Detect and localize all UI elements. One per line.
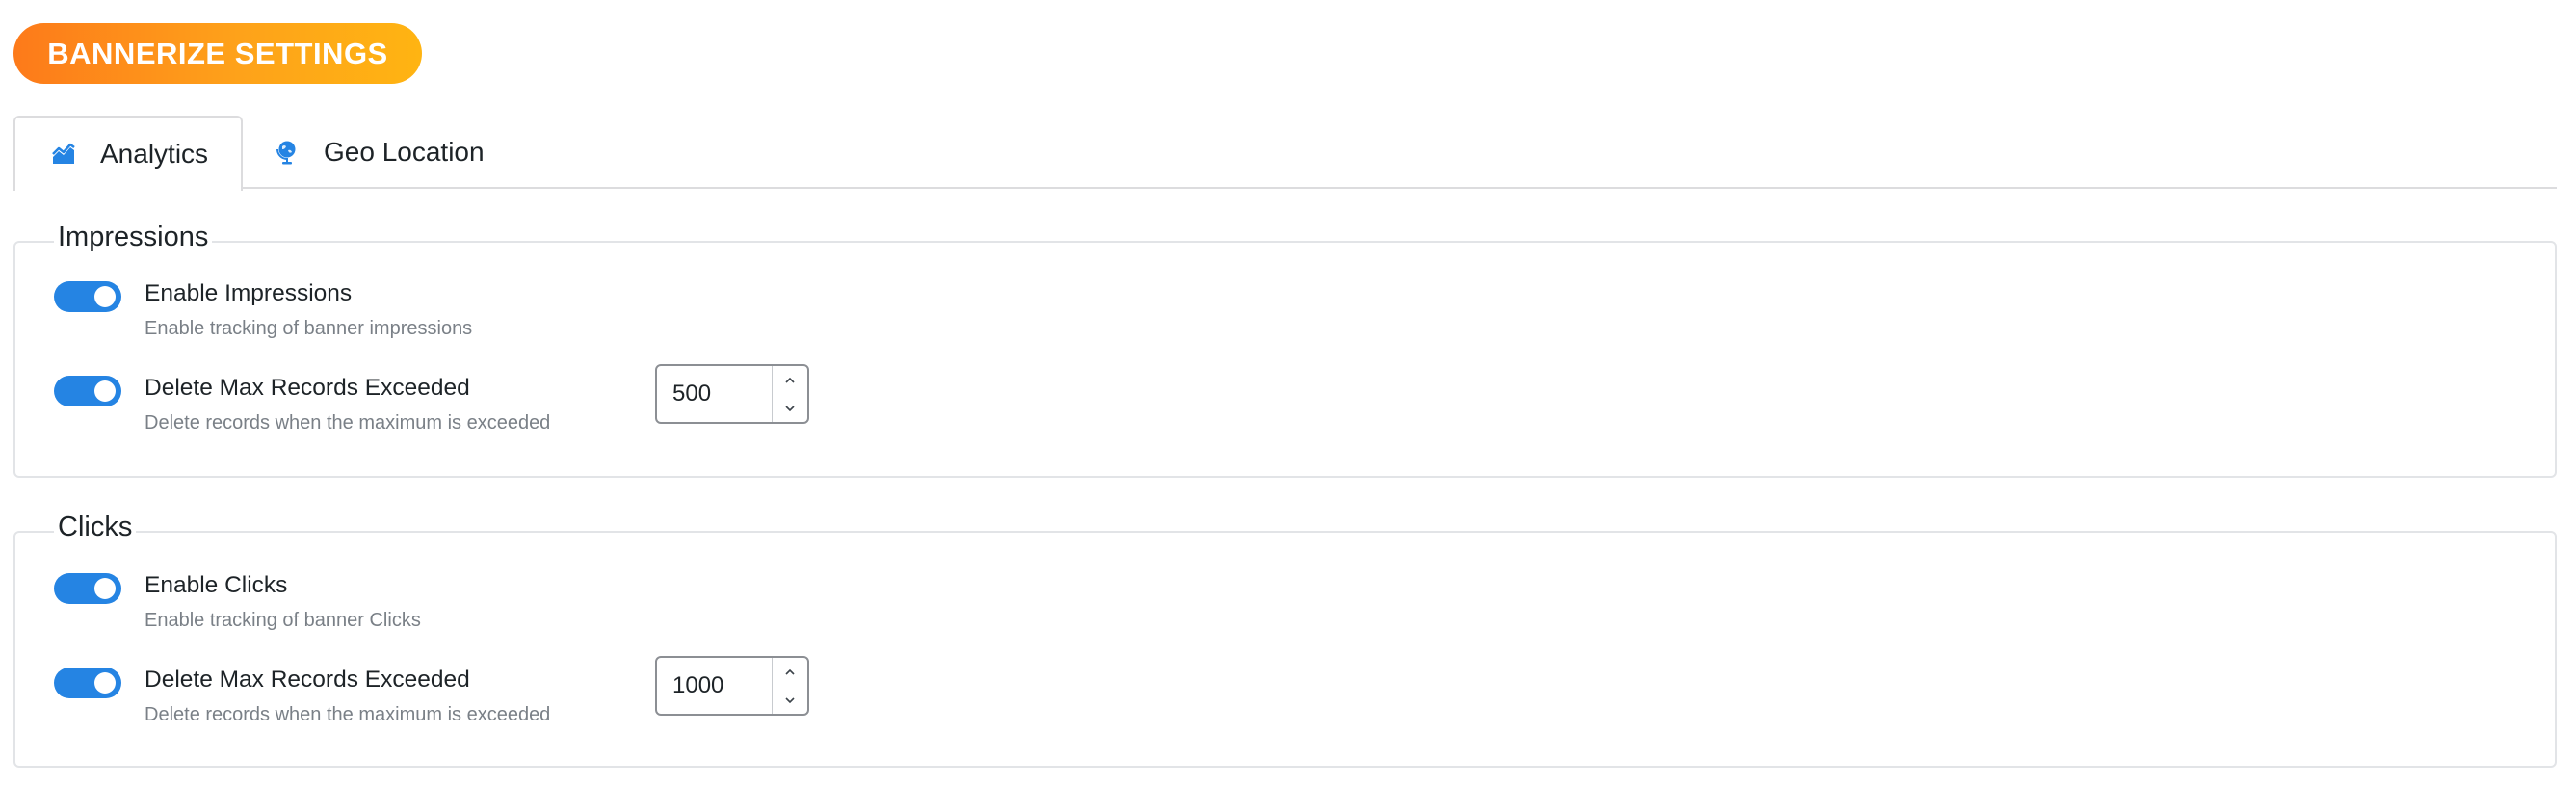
enable-impressions-label: Enable Impressions — [145, 280, 353, 306]
globe-icon — [274, 139, 301, 166]
enable-clicks-label: Enable Clicks — [145, 572, 288, 598]
impressions-delete-max-label: Delete Max Records Exceeded — [145, 375, 470, 401]
spin-up-button[interactable] — [773, 658, 807, 686]
clicks-fieldset: Clicks Enable Clicks Enable tracking of … — [13, 511, 2557, 768]
toggle-knob — [94, 672, 116, 694]
number-spinner — [772, 658, 807, 714]
toggle-knob — [94, 578, 116, 599]
impressions-fieldset: Impressions Enable Impressions Enable tr… — [13, 222, 2557, 478]
spin-down-button[interactable] — [773, 686, 807, 714]
tab-analytics-label: Analytics — [100, 139, 209, 169]
area-chart-icon — [50, 141, 77, 168]
toggle-knob — [94, 286, 116, 307]
clicks-delete-max-label: Delete Max Records Exceeded — [145, 667, 470, 693]
chevron-down-icon — [785, 696, 795, 703]
clicks-legend: Clicks — [54, 511, 137, 543]
impressions-max-records-value: 500 — [672, 380, 712, 406]
page-title-badge: BANNERIZE SETTINGS — [13, 23, 422, 84]
clicks-max-records-input[interactable]: 1000 — [655, 656, 809, 716]
enable-impressions-description: Enable tracking of banner impressions — [145, 318, 473, 339]
enable-impressions-toggle[interactable] — [54, 281, 121, 312]
spin-down-button[interactable] — [773, 394, 807, 422]
clicks-delete-max-toggle[interactable] — [54, 668, 121, 698]
spin-up-button[interactable] — [773, 366, 807, 394]
page-title: BANNERIZE SETTINGS — [47, 36, 388, 70]
chevron-up-icon — [785, 668, 795, 675]
number-spinner — [772, 366, 807, 422]
tab-analytics[interactable]: Analytics — [13, 116, 243, 191]
tab-geo-location[interactable]: Geo Location — [274, 116, 485, 189]
clicks-delete-max-description: Delete records when the maximum is excee… — [145, 704, 551, 725]
settings-page: BANNERIZE SETTINGS Analytics Geo Locatio… — [0, 0, 2576, 786]
impressions-delete-max-description: Delete records when the maximum is excee… — [145, 412, 551, 433]
chevron-down-icon — [785, 405, 795, 411]
enable-clicks-description: Enable tracking of banner Clicks — [145, 610, 421, 631]
toggle-knob — [94, 380, 116, 402]
impressions-delete-max-toggle[interactable] — [54, 376, 121, 406]
enable-clicks-toggle[interactable] — [54, 573, 121, 604]
chevron-up-icon — [785, 377, 795, 383]
clicks-max-records-value: 1000 — [672, 672, 724, 698]
tab-geo-location-label: Geo Location — [324, 137, 485, 167]
impressions-max-records-input[interactable]: 500 — [655, 364, 809, 424]
settings-tabs: Analytics Geo Location — [13, 116, 2557, 191]
impressions-legend: Impressions — [54, 222, 213, 253]
